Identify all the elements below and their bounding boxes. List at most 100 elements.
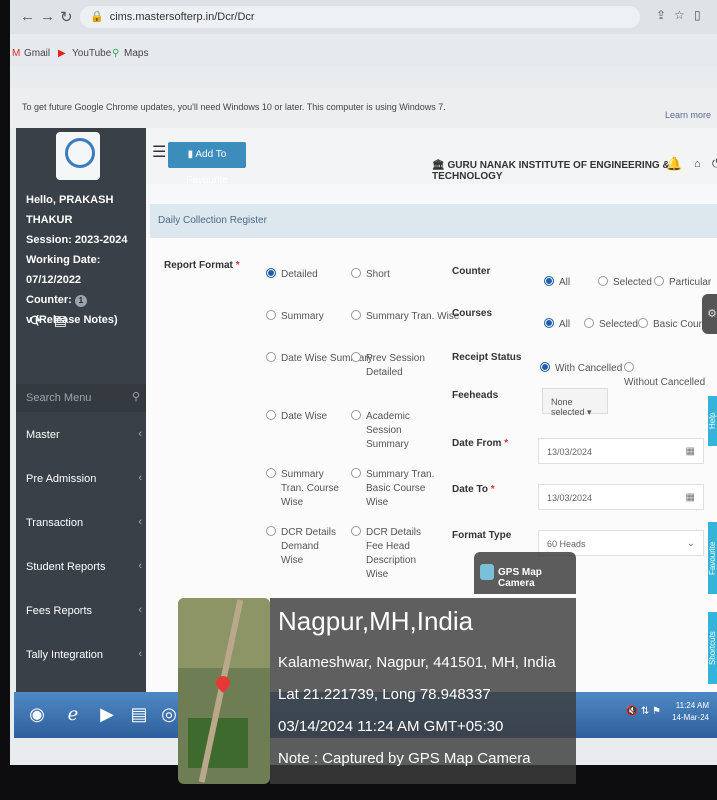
sidebar-item-fees-reports[interactable]: Fees Reports ‹: [16, 602, 146, 622]
date-from-label: Date From *: [452, 438, 509, 449]
chevron-down-icon: ⌄: [686, 538, 695, 549]
working-date-text: Working Date: 07/12/2022: [26, 254, 101, 286]
option-label: Summary Tran. Course Wise: [281, 469, 339, 508]
gps-map-thumbnail: [178, 598, 270, 784]
settings-gear-tab[interactable]: ⚙: [702, 294, 717, 334]
hamburger-icon[interactable]: ☰: [152, 142, 166, 162]
sidebar-item-pre-admission[interactable]: Pre Admission ‹: [16, 470, 146, 490]
radio-summary[interactable]: Summary: [266, 310, 324, 324]
taskbar-clock[interactable]: 11:24 AM 14-Mar-24: [672, 700, 709, 724]
radio-icon: [351, 468, 361, 478]
counter-selected-radio[interactable]: Selected: [598, 276, 652, 290]
gear-icon: ⚙: [707, 308, 717, 320]
bell-icon[interactable]: 🔔: [666, 156, 682, 172]
radio-summary-tran-course-wise[interactable]: Summary Tran. Course Wise: [266, 468, 346, 510]
feeheads-select[interactable]: None selected ▾: [542, 388, 608, 417]
learn-more-link[interactable]: Learn more: [665, 110, 711, 120]
bookmark-youtube[interactable]: YouTube: [72, 48, 111, 59]
without-cancelled-radio[interactable]: Without Cancelled: [624, 362, 717, 390]
chevron-left-icon: ‹: [138, 516, 142, 528]
radio-dcr-details-demand-wise[interactable]: DCR Details Demand Wise: [266, 526, 346, 568]
start-button-icon[interactable]: ◉: [24, 700, 50, 728]
bookmark-gmail[interactable]: Gmail: [24, 48, 50, 59]
url-text: cims.mastersofterp.in/Dcr/Dcr: [109, 11, 255, 23]
bookmark-maps[interactable]: Maps: [124, 48, 148, 59]
radio-icon: [351, 410, 361, 420]
calendar-icon[interactable]: ▦: [686, 492, 695, 503]
radio-date-wise[interactable]: Date Wise: [266, 410, 327, 424]
gps-camera-icon: [480, 564, 494, 580]
radio-checked-icon: [544, 318, 554, 328]
file-explorer-icon[interactable]: ▤: [126, 700, 152, 728]
option-label: Selected: [599, 319, 638, 330]
document-icon[interactable]: ▤: [54, 312, 67, 328]
radio-detailed[interactable]: Detailed: [266, 268, 318, 282]
back-icon[interactable]: ←: [20, 8, 35, 25]
maps-icon: ⚲: [112, 48, 120, 59]
ie-icon[interactable]: ℯ: [60, 700, 86, 728]
radio-short[interactable]: Short: [351, 268, 390, 282]
radio-academic-session-summary[interactable]: Academic Session Summary: [351, 410, 437, 452]
date-from-value: 13/03/2024: [547, 447, 593, 457]
sidebar-item-master[interactable]: Master ‹: [16, 426, 146, 446]
sidebar-item-transaction[interactable]: Transaction ‹: [16, 514, 146, 534]
radio-summary-tran-basic-course-wise[interactable]: Summary Tran. Basic Course Wise: [351, 468, 437, 510]
chevron-left-icon: ‹: [138, 560, 142, 572]
counter-all-radio[interactable]: All: [544, 276, 570, 290]
option-label: Selected: [613, 277, 652, 288]
sidebar-item-student-reports[interactable]: Student Reports ‹: [16, 558, 146, 578]
power-icon[interactable]: ⏻: [712, 158, 717, 171]
courses-all-radio[interactable]: All: [544, 318, 570, 332]
chevron-left-icon: ‹: [138, 648, 142, 660]
option-label: Detailed: [281, 269, 318, 280]
gps-note: Note : Captured by GPS Map Camera: [278, 750, 531, 767]
option-label: DCR Details Demand Wise: [281, 527, 337, 566]
institution-icon: 🏛: [432, 160, 448, 171]
format-type-label: Format Type: [452, 530, 512, 541]
radio-prev-session-detailed[interactable]: Prev Session Detailed: [351, 352, 431, 380]
help-tab[interactable]: Help: [708, 396, 717, 446]
courses-selected-radio[interactable]: Selected: [584, 318, 638, 332]
counter-row: Counter: 1: [26, 290, 146, 310]
gps-brand-tag: GPS Map Camera: [474, 552, 576, 594]
add-to-favourite-button[interactable]: ▮ Add To Favourite: [168, 142, 246, 186]
refresh-icon[interactable]: ⟳: [30, 312, 42, 328]
sidebar-item-tally-integration[interactable]: Tally Integration ‹: [16, 646, 146, 666]
with-cancelled-radio[interactable]: With Cancelled: [540, 362, 622, 376]
star-icon[interactable]: ☆: [674, 8, 685, 22]
favourite-tab[interactable]: Favourite: [708, 522, 717, 594]
sidebar-item-label: Master: [26, 429, 60, 441]
radio-dcr-details-fee-head-wise[interactable]: DCR Details Fee Head Description Wise: [351, 526, 437, 582]
panel-header: Daily Collection Register: [150, 204, 717, 238]
radio-icon: [266, 352, 276, 362]
app-topbar: ☰ ▮ Add To Favourite 🏛 GURU NANAK INSTIT…: [146, 128, 717, 186]
search-menu-input[interactable]: Search Menu ⚲: [16, 384, 146, 412]
radio-icon: [598, 276, 608, 286]
radio-icon: [351, 352, 361, 362]
date-from-input[interactable]: 13/03/2024 ▦: [538, 438, 704, 464]
date-to-input[interactable]: 13/03/2024 ▦: [538, 484, 704, 510]
home-icon[interactable]: ⌂: [694, 158, 701, 170]
user-greeting: Hello, PRAKASH THAKUR: [26, 194, 114, 226]
report-format-label-text: Report Format: [164, 260, 233, 271]
media-player-icon[interactable]: ▶: [94, 700, 120, 728]
radio-summary-tran-wise[interactable]: Summary Tran. Wise: [351, 310, 459, 324]
option-label: Date Wise: [281, 411, 328, 422]
user-info: Hello, PRAKASH THAKUR Session: 2023-2024…: [26, 190, 146, 330]
system-tray-icons[interactable]: 🔇 ⇅ ⚑: [626, 706, 661, 717]
option-label: Without Cancelled: [624, 377, 706, 388]
forward-icon[interactable]: →: [40, 8, 55, 25]
shortcuts-tab[interactable]: Shortcuts: [708, 612, 717, 684]
address-bar[interactable]: 🔒 cims.mastersofterp.in/Dcr/Dcr: [80, 6, 640, 28]
share-icon[interactable]: ⇪: [656, 8, 666, 22]
reload-icon[interactable]: ↻: [60, 8, 73, 26]
option-label: Summary Tran. Wise: [366, 311, 460, 322]
calendar-icon[interactable]: ▦: [686, 446, 695, 457]
sidepanel-icon[interactable]: ▯: [694, 8, 701, 22]
courses-field-label: Courses: [452, 308, 493, 319]
gps-datetime: 03/14/2024 11:24 AM GMT+05:30: [278, 718, 504, 735]
lock-icon: 🔒: [90, 11, 104, 23]
counter-particular-radio[interactable]: Particular: [654, 276, 711, 290]
sidebar: Hello, PRAKASH THAKUR Session: 2023-2024…: [16, 128, 146, 698]
chevron-left-icon: ‹: [138, 604, 142, 616]
